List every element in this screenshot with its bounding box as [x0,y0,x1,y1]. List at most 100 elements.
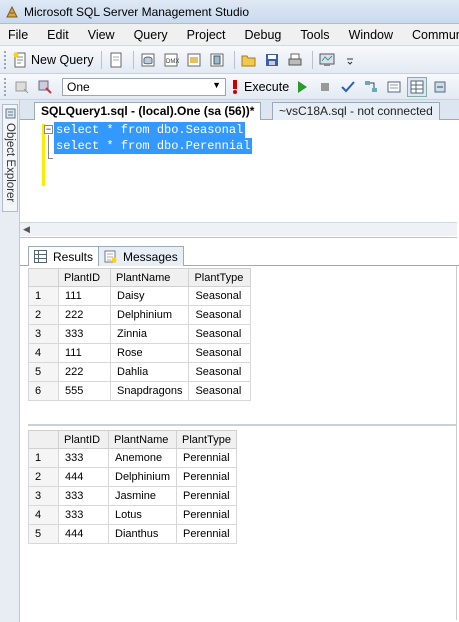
change-connection-button[interactable] [35,77,55,97]
cell-plantname[interactable]: Delphinium [107,467,178,487]
menu-edit[interactable]: Edit [45,27,71,43]
scroll-left-icon[interactable]: ◀ [23,224,30,235]
row-number-header[interactable] [28,430,59,449]
row-number[interactable]: 4 [28,343,59,363]
column-header[interactable]: PlantID [58,268,111,287]
new-query-button[interactable]: New Query [12,50,94,70]
row-number[interactable]: 2 [28,305,59,325]
menu-view[interactable]: View [86,27,117,43]
menu-community[interactable]: Community [410,27,459,43]
cancel-query-button[interactable] [315,77,335,97]
row-number-header[interactable] [28,268,59,287]
analysis-query-button[interactable]: DMX [161,50,181,70]
table-row[interactable]: 4 333 Lotus Perennial [28,505,238,525]
row-number[interactable]: 6 [28,381,59,401]
cell-plantid[interactable]: 333 [58,324,111,344]
table-row[interactable]: 3 333 Zinnia Seasonal [28,324,252,344]
object-explorer-tab[interactable]: Object Explorer [2,104,18,212]
row-number[interactable]: 1 [28,286,59,306]
parse-button[interactable] [338,77,358,97]
row-number[interactable]: 1 [28,448,59,468]
cell-planttype[interactable]: Seasonal [188,362,252,382]
cell-plantname[interactable]: Snapdragons [109,381,190,401]
tab-results[interactable]: Results [28,246,100,266]
new-file-button[interactable] [106,50,126,70]
tab-messages[interactable]: Messages [98,246,184,266]
cell-plantid[interactable]: 111 [58,343,111,363]
cell-planttype[interactable]: Perennial [176,467,238,487]
table-row[interactable]: 2 444 Delphinium Perennial [28,467,238,487]
cell-plantname[interactable]: Daisy [109,286,190,306]
cell-planttype[interactable]: Seasonal [188,343,252,363]
table-row[interactable]: 4 111 Rose Seasonal [28,343,252,363]
row-number[interactable]: 5 [28,524,59,544]
menu-file[interactable]: File [6,27,30,43]
table-row[interactable]: 5 444 Dianthus Perennial [28,524,238,544]
row-number[interactable]: 5 [28,362,59,382]
database-engine-query-button[interactable] [138,50,158,70]
cell-planttype[interactable]: Perennial [176,505,238,525]
tab-vsc18a[interactable]: ~vsC18A.sql - not connected [272,102,440,120]
estimated-plan-button[interactable] [361,77,381,97]
cell-planttype[interactable]: Seasonal [188,305,252,325]
row-number[interactable]: 3 [28,486,59,506]
code-line[interactable]: select * from dbo.Perennial [54,138,253,154]
cell-planttype[interactable]: Seasonal [188,381,252,401]
toolbar-overflow-button[interactable] [340,50,360,70]
results-grid-perennial[interactable]: PlantID PlantName PlantType 1 333 Anemon… [28,430,238,544]
cell-plantid[interactable]: 111 [58,286,111,306]
column-header[interactable]: PlantType [176,430,238,449]
table-row[interactable]: 1 111 Daisy Seasonal [28,286,252,306]
cell-planttype[interactable]: Perennial [176,524,238,544]
print-button[interactable] [285,50,305,70]
activity-monitor-button[interactable] [317,50,337,70]
cell-plantname[interactable]: Zinnia [109,324,190,344]
debug-button[interactable] [292,77,312,97]
cell-plantname[interactable]: Lotus [107,505,178,525]
cell-planttype[interactable]: Seasonal [188,324,252,344]
menu-project[interactable]: Project [185,27,228,43]
cell-plantid[interactable]: 222 [58,362,111,382]
column-header[interactable]: PlantName [107,430,178,449]
database-dropdown[interactable]: One ▼ [62,77,226,96]
table-row[interactable]: 2 222 Delphinium Seasonal [28,305,252,325]
results-grid-seasonal[interactable]: PlantID PlantName PlantType 1 111 Daisy … [28,268,252,401]
cell-plantid[interactable]: 222 [58,305,111,325]
column-header[interactable]: PlantName [109,268,190,287]
execute-button[interactable]: Execute [230,77,289,97]
toolbar-grip[interactable] [4,77,8,96]
tab-sqlquery1[interactable]: SQLQuery1.sql - (local).One (sa (56))* [34,102,262,120]
cell-plantname[interactable]: Delphinium [109,305,190,325]
query-editor[interactable]: − select * from dbo.Seasonal select * fr… [20,120,457,238]
cell-plantname[interactable]: Dahlia [109,362,190,382]
cell-plantid[interactable]: 333 [58,448,109,468]
connect-button[interactable] [12,77,32,97]
cell-plantname[interactable]: Jasmine [107,486,178,506]
table-row[interactable]: 3 333 Jasmine Perennial [28,486,238,506]
toolbar-grip[interactable] [4,50,8,69]
results-splitter[interactable] [28,424,457,426]
cell-plantid[interactable]: 333 [58,486,109,506]
column-header[interactable]: PlantID [58,430,109,449]
results-to-grid-button[interactable] [407,76,428,97]
row-number[interactable]: 3 [28,324,59,344]
cell-planttype[interactable]: Perennial [176,486,238,506]
cell-plantid[interactable]: 333 [58,505,109,525]
open-file-button[interactable] [239,50,259,70]
cell-plantname[interactable]: Dianthus [107,524,178,544]
cell-plantname[interactable]: Anemone [107,448,178,468]
cell-planttype[interactable]: Seasonal [188,286,252,306]
menu-query[interactable]: Query [132,27,170,43]
row-number[interactable]: 2 [28,467,59,487]
table-row[interactable]: 5 222 Dahlia Seasonal [28,362,252,382]
query-options-button[interactable] [384,77,404,97]
cell-plantid[interactable]: 444 [58,467,109,487]
menu-debug[interactable]: Debug [243,27,284,43]
menu-tools[interactable]: Tools [298,27,331,43]
save-button[interactable] [262,50,282,70]
horizontal-scrollbar[interactable]: ◀ [20,222,457,236]
code-line[interactable]: select * from dbo.Seasonal [54,122,246,138]
table-row[interactable]: 6 555 Snapdragons Seasonal [28,381,252,401]
row-number[interactable]: 4 [28,505,59,525]
collapse-toggle[interactable]: − [44,125,53,134]
